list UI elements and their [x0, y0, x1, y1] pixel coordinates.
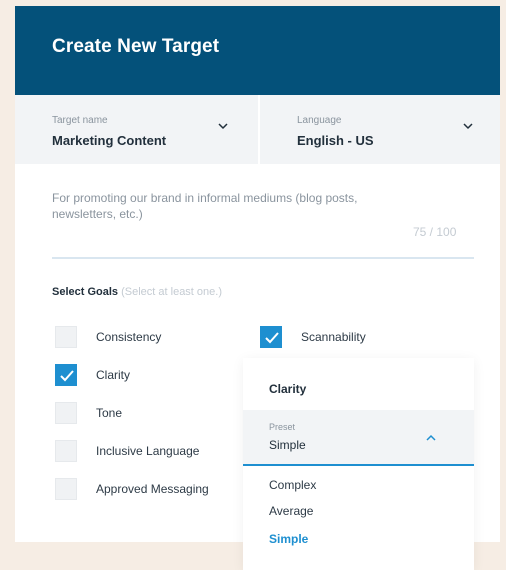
goal-consistency[interactable]: Consistency: [55, 326, 235, 348]
target-name-value: Marketing Content: [52, 133, 167, 148]
checkbox[interactable]: [55, 402, 77, 424]
goal-tone[interactable]: Tone: [55, 402, 235, 424]
option-average[interactable]: Average: [269, 504, 313, 518]
chevron-up-icon: [426, 434, 436, 441]
checkmark-icon: [265, 332, 279, 344]
card-header: Create New Target: [15, 6, 500, 95]
description-underline: [52, 257, 474, 259]
target-fields-row: Target name Marketing Content Language E…: [15, 95, 500, 164]
goals-section-title: Select Goals (Select at least one.): [52, 286, 222, 298]
goal-label: Clarity: [96, 368, 131, 382]
language-label: Language: [297, 115, 342, 126]
goal-approved-messaging[interactable]: Approved Messaging: [55, 478, 235, 500]
goal-label: Tone: [96, 406, 123, 420]
checkbox[interactable]: [55, 440, 77, 462]
goal-inclusive-language[interactable]: Inclusive Language: [55, 440, 235, 462]
preset-value: Simple: [269, 438, 306, 452]
option-simple[interactable]: Simple: [269, 532, 308, 546]
checkbox[interactable]: [55, 478, 77, 500]
option-complex[interactable]: Complex: [269, 478, 316, 492]
character-counter: 75 / 100: [413, 225, 457, 239]
page-title: Create New Target: [52, 36, 220, 57]
chevron-down-icon: [463, 123, 473, 130]
target-name-label: Target name: [52, 115, 108, 126]
chevron-down-icon: [218, 123, 228, 130]
preset-label: Preset: [269, 422, 296, 432]
clarity-preset-dropdown: Clarity Preset Simple Complex Average Si…: [243, 358, 474, 570]
checkmark-icon: [60, 370, 74, 382]
goal-scannability[interactable]: Scannability: [260, 326, 440, 348]
checkbox[interactable]: [55, 326, 77, 348]
target-name-select[interactable]: Target name Marketing Content: [15, 95, 258, 164]
dropdown-title: Clarity: [269, 382, 307, 396]
checkbox-checked[interactable]: [55, 364, 77, 386]
goal-label: Inclusive Language: [96, 444, 200, 458]
language-select[interactable]: Language English - US: [260, 95, 500, 164]
goal-label: Consistency: [96, 330, 162, 344]
goal-label: Scannability: [301, 330, 366, 344]
description-textarea[interactable]: For promoting our brand in informal medi…: [52, 190, 422, 222]
goal-label: Approved Messaging: [96, 482, 209, 496]
goal-clarity[interactable]: Clarity: [55, 364, 235, 386]
goals-title-text: Select Goals: [52, 286, 119, 298]
language-value: English - US: [297, 133, 374, 148]
goals-hint: (Select at least one.): [121, 286, 222, 298]
preset-select[interactable]: Preset Simple: [243, 410, 474, 466]
checkbox-checked[interactable]: [260, 326, 282, 348]
